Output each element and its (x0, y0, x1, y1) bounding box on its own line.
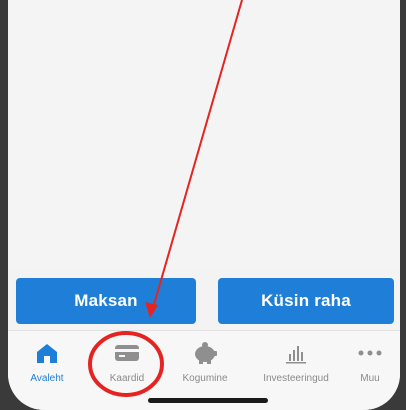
tab-investments[interactable]: Investeeringud (251, 341, 341, 391)
tab-cards[interactable]: Kaardid (88, 341, 166, 391)
tab-investments-label: Investeeringud (263, 373, 329, 384)
request-money-button[interactable]: Küsin raha (218, 278, 394, 324)
phone-screen: Maksan Küsin raha Avaleht Kaardid Kogumi… (8, 0, 400, 410)
bar-chart-icon (281, 341, 311, 365)
tab-home[interactable]: Avaleht (8, 341, 86, 391)
tab-savings[interactable]: Kogumine (166, 341, 244, 391)
tab-home-label: Avaleht (30, 373, 64, 384)
pay-button[interactable]: Maksan (16, 278, 196, 324)
piggy-bank-icon (190, 341, 220, 365)
home-icon (32, 341, 62, 365)
tab-cards-label: Kaardid (109, 373, 145, 384)
main-content-area (8, 0, 400, 268)
tab-savings-label: Kogumine (182, 373, 228, 384)
tab-more[interactable]: Muu (340, 341, 400, 391)
tab-more-label: Muu (360, 373, 380, 384)
more-dots-icon (355, 341, 385, 365)
card-icon (112, 341, 142, 365)
home-indicator (148, 398, 268, 403)
quick-actions: Maksan Küsin raha (16, 278, 394, 324)
